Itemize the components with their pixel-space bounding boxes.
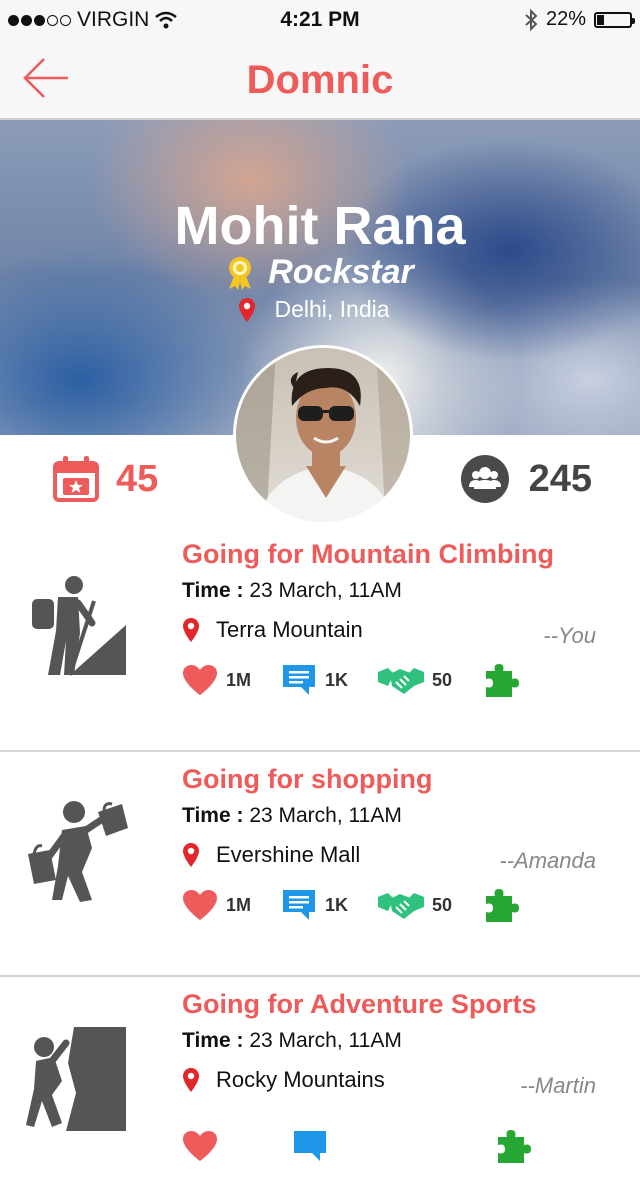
friends-count: 245 <box>528 457 592 500</box>
like-button[interactable] <box>182 1130 218 1162</box>
status-bar: VIRGIN 4:21 PM 22% <box>0 0 640 40</box>
location-pin-icon <box>183 1068 199 1092</box>
handshake-icon <box>378 668 425 694</box>
feed-item[interactable]: Going for Mountain Climbing Time : 23 Ma… <box>0 527 640 752</box>
rock-climber-icon <box>26 1027 126 1131</box>
location-name: Evershine Mall <box>216 842 361 867</box>
nav-bar: Domnic <box>0 40 640 120</box>
puzzle-icon <box>498 1130 531 1163</box>
friends-stat[interactable]: 245 <box>460 455 592 503</box>
mountain-climber-icon <box>32 576 126 676</box>
puzzle-button[interactable] <box>482 661 520 699</box>
heart-icon <box>183 890 217 920</box>
activity-author[interactable]: --Martin <box>520 1073 596 1099</box>
battery-icon <box>594 11 635 28</box>
time-value: 23 March, 11AM <box>249 579 402 602</box>
profile-location: Delhi, India <box>274 296 390 322</box>
time-value: 23 March, 11AM <box>249 1029 402 1052</box>
like-button[interactable]: 1M <box>182 889 251 921</box>
like-button[interactable]: 1M <box>182 664 251 696</box>
group-icon <box>460 455 509 503</box>
calendar-star-icon <box>53 456 99 502</box>
avatar-photo <box>236 348 410 522</box>
activity-time: Time : 23 March, 11AM <box>182 804 402 828</box>
comment-icon <box>283 890 316 920</box>
location-name: Rocky Mountains <box>216 1067 385 1092</box>
activity-title[interactable]: Going for shopping <box>182 764 432 795</box>
location-name: Terra Mountain <box>216 617 363 642</box>
award-ribbon-icon <box>229 256 252 290</box>
puzzle-icon <box>486 664 520 697</box>
battery-percent: 22% <box>545 8 586 30</box>
location-pin-icon <box>183 618 199 642</box>
comment-button[interactable]: 1K <box>281 888 348 922</box>
feed-item[interactable]: Going for shopping Time : 23 March, 11AM… <box>0 752 640 977</box>
profile-name: Mohit Rana <box>174 196 466 256</box>
handshake-icon <box>378 893 425 919</box>
activity-title[interactable]: Going for Adventure Sports <box>182 989 537 1020</box>
comment-count: 1K <box>325 669 349 690</box>
join-button[interactable]: 50 <box>378 889 452 921</box>
nav-title: Domnic <box>246 58 394 102</box>
activity-location[interactable]: Terra Mountain <box>182 617 363 643</box>
events-count: 45 <box>116 457 159 500</box>
heart-icon <box>183 1131 217 1161</box>
comment-icon <box>294 1131 326 1161</box>
shopper-icon <box>28 801 128 902</box>
location-pin-icon <box>183 843 199 867</box>
activity-title[interactable]: Going for Mountain Climbing <box>182 539 554 570</box>
time-label: Time : <box>182 1029 244 1052</box>
like-count: 1M <box>226 669 252 690</box>
activity-actions <box>182 1127 562 1165</box>
heart-icon <box>183 665 217 695</box>
feed-item[interactable]: Going for Adventure Sports Time : 23 Mar… <box>0 977 640 1200</box>
puzzle-icon <box>486 889 520 922</box>
events-stat[interactable]: 45 <box>52 455 158 503</box>
comment-button[interactable] <box>292 1129 328 1163</box>
join-count: 50 <box>432 669 453 690</box>
profile-avatar[interactable] <box>233 345 413 525</box>
like-count: 1M <box>226 894 252 915</box>
activity-time: Time : 23 March, 11AM <box>182 579 402 603</box>
comment-button[interactable]: 1K <box>281 663 348 697</box>
puzzle-button[interactable] <box>494 1127 532 1165</box>
join-button[interactable]: 50 <box>378 664 452 696</box>
activity-author[interactable]: --You <box>543 623 596 649</box>
location-pin-icon <box>239 297 256 322</box>
time-label: Time : <box>182 804 244 827</box>
comment-icon <box>283 665 316 695</box>
activity-actions: 1M 1K 50 <box>182 886 550 924</box>
time-label: Time : <box>182 579 244 602</box>
activity-location[interactable]: Evershine Mall <box>182 842 360 868</box>
time-value: 23 March, 11AM <box>249 804 402 827</box>
join-count: 50 <box>432 894 453 915</box>
activity-actions: 1M 1K 50 <box>182 661 550 699</box>
comment-count: 1K <box>325 894 349 915</box>
activity-location[interactable]: Rocky Mountains <box>182 1067 385 1093</box>
profile-title: Rockstar <box>268 253 414 291</box>
activity-author[interactable]: --Amanda <box>499 848 596 874</box>
activity-time: Time : 23 March, 11AM <box>182 1029 402 1053</box>
puzzle-button[interactable] <box>482 886 520 924</box>
bluetooth-icon <box>525 8 538 31</box>
